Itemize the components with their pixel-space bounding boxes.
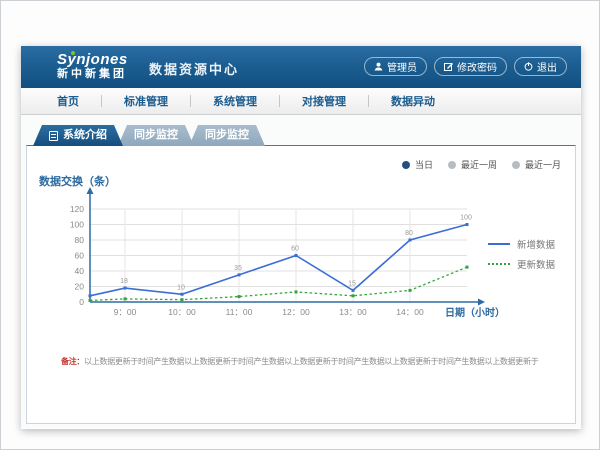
x-tick-label: 10：00 bbox=[168, 307, 196, 317]
footnote: 备注：以上数据更新于时间产生数据以上数据更新于时间产生数据以上数据更新于时间产生… bbox=[61, 356, 555, 367]
logout-button[interactable]: 退出 bbox=[514, 57, 567, 76]
data-point bbox=[124, 297, 127, 300]
radio-today[interactable]: 当日 bbox=[402, 158, 433, 171]
nav-item-data-change[interactable]: 数据异动 bbox=[369, 93, 457, 109]
change-password-label: 修改密码 bbox=[457, 59, 497, 74]
tab-system-intro[interactable]: 系统介绍 bbox=[33, 125, 123, 146]
data-point bbox=[352, 289, 355, 292]
legend-label: 更新数据 bbox=[517, 257, 555, 271]
radio-dot-icon bbox=[448, 161, 456, 169]
nav-item-interface-mgmt[interactable]: 对接管理 bbox=[280, 93, 368, 109]
data-point bbox=[466, 266, 469, 269]
legend-item-update-data[interactable]: 更新数据 bbox=[488, 254, 555, 274]
page-title: 数据资源中心 bbox=[149, 59, 239, 78]
app-window: Synjones 新中新集团 数据资源中心 管理员 修改密码 退出 bbox=[21, 46, 581, 429]
main-nav: 首页 标准管理 系统管理 对接管理 数据异动 bbox=[21, 88, 581, 115]
tab-sync-monitor-2[interactable]: 同步监控 bbox=[189, 125, 265, 146]
data-point-label: 80 bbox=[405, 230, 413, 237]
data-point bbox=[238, 295, 241, 298]
y-tick-label: 80 bbox=[75, 235, 85, 245]
logout-label: 退出 bbox=[537, 59, 557, 74]
tab-label: 同步监控 bbox=[205, 129, 249, 141]
x-tick-label: 14：00 bbox=[396, 307, 424, 317]
nav-item-standard-mgmt[interactable]: 标准管理 bbox=[102, 93, 190, 109]
screenshot-frame: Synjones 新中新集团 数据资源中心 管理员 修改密码 退出 bbox=[0, 0, 600, 450]
logo-green-dot-icon bbox=[71, 51, 75, 55]
data-point-label: 100 bbox=[460, 215, 472, 222]
x-tick-label: 12：00 bbox=[282, 307, 310, 317]
data-point-label: 15 bbox=[348, 280, 356, 287]
admin-user-button[interactable]: 管理员 bbox=[364, 57, 427, 76]
data-point bbox=[466, 223, 469, 226]
radio-last-month[interactable]: 最近一月 bbox=[512, 158, 561, 171]
x-axis-title: 日期（小时） bbox=[445, 306, 505, 319]
footnote-text: 以上数据更新于时间产生数据以上数据更新于时间产生数据以上数据更新于时间产生数据以… bbox=[84, 357, 538, 366]
y-tick-label: 120 bbox=[70, 204, 84, 214]
user-icon bbox=[374, 62, 383, 71]
header-actions: 管理员 修改密码 退出 bbox=[364, 57, 567, 76]
data-point bbox=[181, 298, 184, 301]
data-point bbox=[124, 287, 127, 290]
y-axis-arrow-icon bbox=[87, 187, 94, 194]
data-point bbox=[409, 239, 412, 242]
dotted-line-swatch-icon bbox=[488, 263, 510, 265]
x-tick-label: 11：00 bbox=[226, 307, 253, 317]
company-logo: Synjones 新中新集团 bbox=[57, 52, 128, 81]
y-tick-label: 100 bbox=[70, 220, 84, 230]
range-radio-group: 当日 最近一周 最近一月 bbox=[402, 158, 561, 171]
tab-label: 系统介绍 bbox=[63, 125, 107, 146]
data-point bbox=[352, 294, 355, 297]
data-point bbox=[238, 273, 241, 276]
y-tick-label: 40 bbox=[75, 266, 85, 276]
y-tick-label: 0 bbox=[79, 297, 84, 307]
data-point bbox=[295, 290, 298, 293]
nav-item-home[interactable]: 首页 bbox=[35, 93, 101, 109]
radio-last-week[interactable]: 最近一周 bbox=[448, 158, 497, 171]
chart-svg: 0 20 40 60 80 100 120 9：00 10：00 11：00 12：00 13：00 1… bbox=[35, 184, 519, 329]
tab-label: 同步监控 bbox=[134, 129, 178, 141]
radio-dot-icon bbox=[512, 161, 520, 169]
radio-dot-icon bbox=[402, 161, 410, 169]
power-icon bbox=[524, 62, 533, 71]
app-header: Synjones 新中新集团 数据资源中心 管理员 修改密码 退出 bbox=[21, 46, 581, 88]
chart-legend: 新增数据 更新数据 bbox=[488, 234, 555, 274]
radio-label: 最近一月 bbox=[525, 158, 561, 171]
solid-line-swatch-icon bbox=[488, 243, 510, 245]
data-point-label: 10 bbox=[177, 284, 185, 291]
logo-company-name: 新中新集团 bbox=[57, 68, 128, 81]
y-tick-label: 20 bbox=[75, 282, 85, 292]
legend-label: 新增数据 bbox=[517, 237, 555, 251]
data-point-label: 60 bbox=[291, 246, 299, 253]
radio-label: 当日 bbox=[415, 158, 433, 171]
edit-icon bbox=[444, 62, 453, 71]
chart-container: 0 20 40 60 80 100 120 9：00 10：00 11：00 12：00 13：00 1… bbox=[35, 184, 519, 329]
data-point-label: 18 bbox=[120, 278, 128, 285]
x-axis-arrow-icon bbox=[478, 299, 485, 306]
data-point bbox=[409, 289, 412, 292]
nav-item-system-mgmt[interactable]: 系统管理 bbox=[191, 93, 279, 109]
legend-item-new-data[interactable]: 新增数据 bbox=[488, 234, 555, 254]
data-point bbox=[295, 254, 298, 257]
radio-label: 最近一周 bbox=[461, 158, 497, 171]
x-tick-label: 9：00 bbox=[114, 307, 137, 317]
data-point-label: 35 bbox=[234, 265, 242, 272]
x-tick-label: 13：00 bbox=[339, 307, 367, 317]
change-password-button[interactable]: 修改密码 bbox=[434, 57, 507, 76]
data-point bbox=[181, 293, 184, 296]
tab-bar: 系统介绍 同步监控 同步监控 bbox=[33, 125, 260, 146]
logo-wordmark: Synjones bbox=[57, 52, 128, 68]
data-point bbox=[89, 294, 92, 297]
admin-user-label: 管理员 bbox=[387, 59, 417, 74]
document-icon bbox=[49, 131, 58, 141]
y-tick-label: 60 bbox=[75, 251, 85, 261]
content-area: 系统介绍 同步监控 同步监控 当日 最近一周 bbox=[21, 115, 581, 428]
chart-panel: 当日 最近一周 最近一月 数据交换（条） 0204060801001209：00… bbox=[26, 145, 576, 424]
footnote-prefix: 备注： bbox=[61, 357, 84, 366]
data-point bbox=[89, 299, 92, 302]
tab-sync-monitor-1[interactable]: 同步监控 bbox=[118, 125, 194, 146]
